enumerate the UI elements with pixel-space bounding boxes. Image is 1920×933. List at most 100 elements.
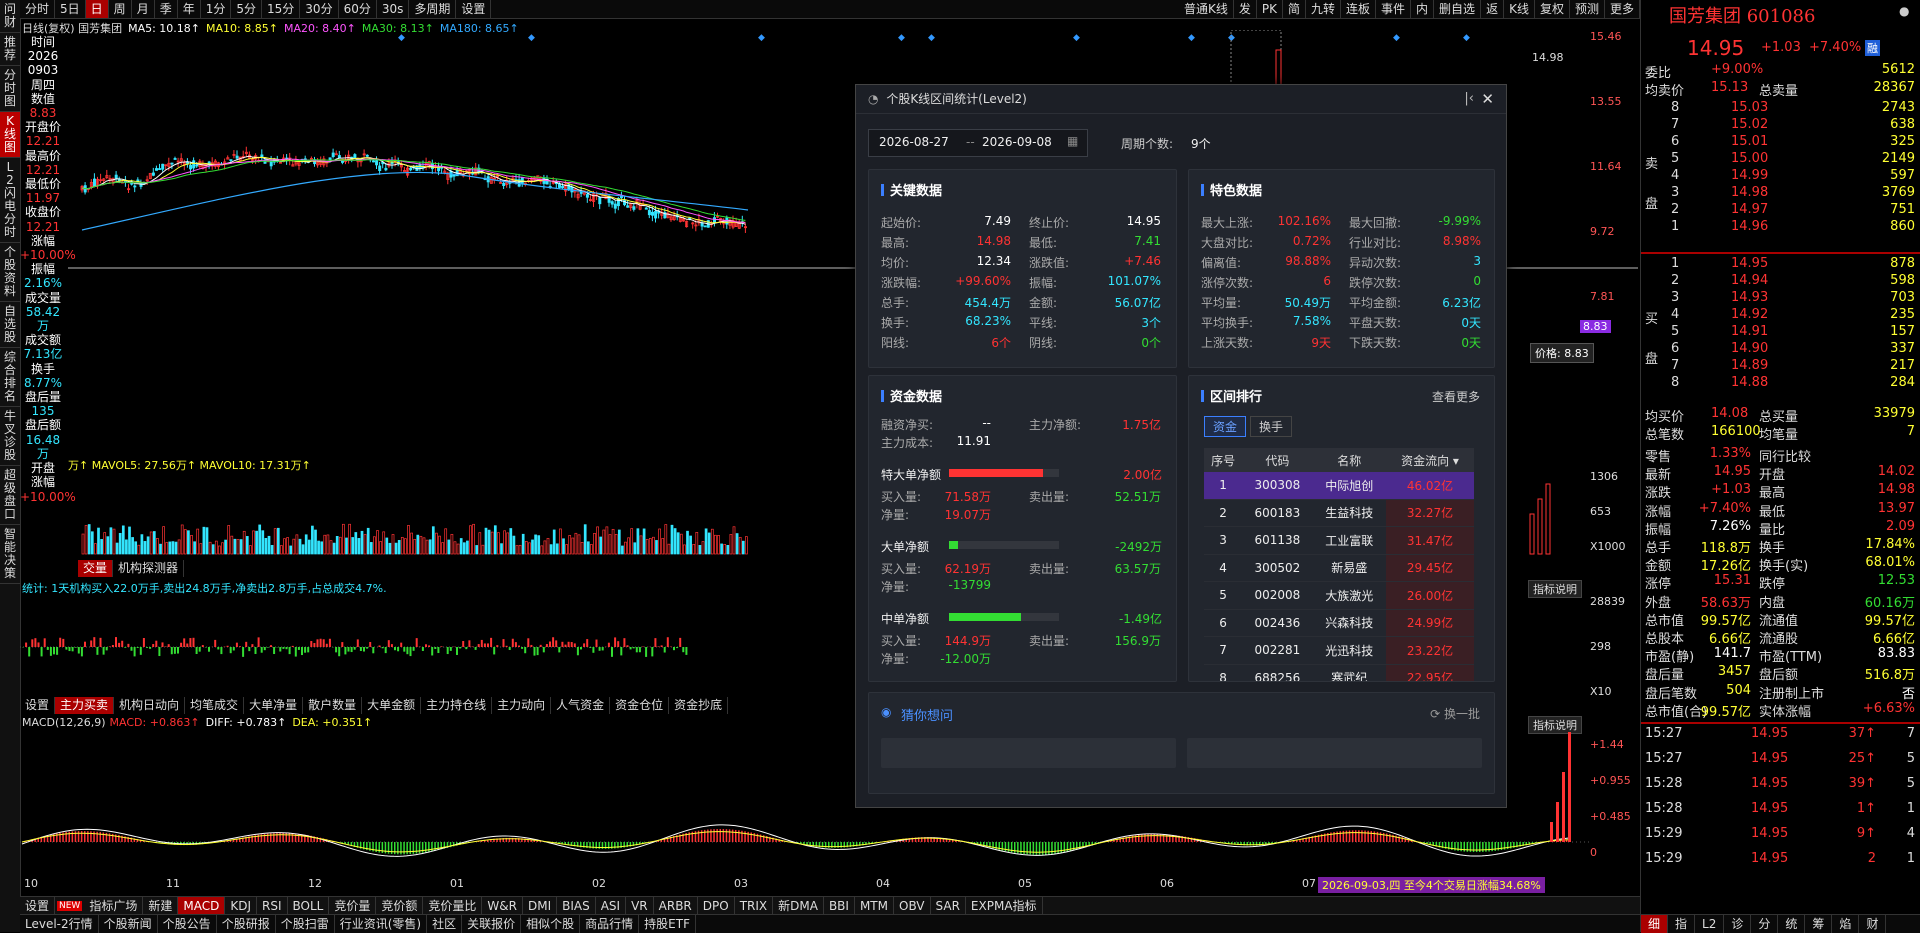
left-nav-item[interactable]: 牛叉诊股 (0, 407, 20, 466)
indicator-tab[interactable]: 新DMA (773, 897, 824, 915)
rank-header[interactable]: 资金流向 ▾ (1386, 448, 1474, 472)
toolbar-button[interactable]: 发 (1234, 0, 1257, 18)
toolbar-button[interactable]: 简 (1283, 0, 1306, 18)
indicator-tab[interactable]: SAR (931, 897, 966, 915)
quote-tab[interactable]: 诊 (1724, 915, 1751, 933)
rank-tab[interactable]: 资金 (1204, 416, 1246, 437)
period-tab[interactable]: 多周期 (409, 0, 456, 18)
indicator-tab[interactable]: DPO (698, 897, 735, 915)
calendar-icon[interactable]: ▦ (1067, 134, 1078, 148)
rank-more-link[interactable]: 查看更多 (1432, 388, 1480, 405)
period-tab[interactable]: 5分 (231, 0, 262, 18)
period-tab[interactable]: 30s (377, 0, 410, 18)
ask-suggestion-2[interactable] (1187, 738, 1482, 768)
info-tab[interactable]: 持股ETF (639, 915, 696, 933)
bell-icon[interactable]: ● (1899, 4, 1909, 18)
fund-indicator-tab[interactable]: 机构日动向 (114, 697, 185, 714)
fund-indicator-tab[interactable]: 主力持仓线 (421, 697, 492, 714)
info-tab[interactable]: 商品行情 (580, 915, 639, 933)
toolbar-button[interactable]: 更多 (1605, 0, 1640, 18)
volume-tab[interactable]: 交量 (78, 560, 113, 577)
toolbar-button[interactable]: 九转 (1306, 0, 1341, 18)
period-tab[interactable]: 月 (132, 0, 155, 18)
event-marker[interactable]: ◆ (398, 33, 405, 43)
quote-tab[interactable]: 焰 (1832, 915, 1859, 933)
indicator-tab[interactable]: BIAS (557, 897, 596, 915)
event-marker[interactable]: ◆ (758, 33, 765, 43)
quote-tab[interactable]: 细 (1641, 915, 1668, 933)
event-marker[interactable]: ◆ (1393, 33, 1400, 43)
period-tab[interactable]: 日 (86, 0, 109, 18)
quote-tab[interactable]: 财 (1859, 915, 1886, 933)
toolbar-button[interactable]: 删自选 (1434, 0, 1481, 18)
quote-tab[interactable]: 筹 (1805, 915, 1832, 933)
left-nav-item[interactable]: L2闪电分时 (0, 158, 20, 243)
rank-row[interactable]: 6002436兴森科技24.99亿 (1204, 609, 1474, 637)
left-nav-item[interactable]: 综合排名 (0, 348, 20, 407)
indicator-tab[interactable]: KDJ (225, 897, 257, 915)
event-marker[interactable]: ◆ (928, 33, 935, 43)
indicator-tab[interactable]: DMI (523, 897, 557, 915)
refresh-button[interactable]: ⟳ 换一批 (1430, 705, 1480, 722)
info-tab[interactable]: 相似个股 (521, 915, 580, 933)
info-tab[interactable]: Level-2行情 (20, 915, 99, 933)
left-nav-item[interactable]: 个股资料 (0, 243, 20, 302)
info-tab[interactable]: 关联报价 (462, 915, 521, 933)
event-marker[interactable]: ◆ (1188, 33, 1195, 43)
rank-row[interactable]: 3601138工业富联31.47亿 (1204, 527, 1474, 555)
period-tab[interactable]: 周 (109, 0, 132, 18)
info-tab[interactable]: 个股新闻 (99, 915, 158, 933)
period-tab[interactable]: 15分 (262, 0, 300, 18)
indicator-tab[interactable]: 竞价量 (329, 897, 376, 915)
period-tab[interactable]: 设置 (456, 0, 491, 18)
event-marker[interactable]: ◆ (1073, 33, 1080, 43)
info-tab[interactable]: 社区 (427, 915, 462, 933)
toolbar-button[interactable]: 事件 (1376, 0, 1411, 18)
fund-indicator-tab[interactable]: 资金仓位 (610, 697, 669, 714)
left-nav-item[interactable]: 推荐 (0, 33, 20, 66)
fund-indicator-tab[interactable]: 均笔成交 (185, 697, 244, 714)
quote-tab[interactable]: 指 (1668, 915, 1695, 933)
fund-indicator-tab[interactable]: 主力买卖 (55, 697, 114, 714)
indicator-tab[interactable]: 指标广场 (84, 897, 143, 915)
info-tab[interactable]: 个股扫雷 (276, 915, 335, 933)
left-nav-item[interactable]: 超级盘口 (0, 466, 20, 525)
quote-tab[interactable]: L2 (1695, 915, 1724, 933)
left-nav-item[interactable]: 问财 (0, 0, 20, 33)
rank-tab[interactable]: 换手 (1250, 416, 1292, 437)
indicator-tab[interactable]: W&R (482, 897, 523, 915)
period-tab[interactable]: 60分 (339, 0, 377, 18)
event-marker[interactable]: ◆ (1463, 33, 1470, 43)
event-marker[interactable]: ◆ (528, 33, 535, 43)
fund-indicator-tab[interactable]: 大单金额 (362, 697, 421, 714)
left-nav-item[interactable]: 智能决策 (0, 525, 20, 584)
indicator-tab[interactable]: 设置 (20, 897, 55, 915)
period-tab[interactable]: 季 (155, 0, 178, 18)
indicator-tab[interactable]: ARBR (654, 897, 698, 915)
indicator-tab[interactable]: TRIX (735, 897, 773, 915)
rank-row[interactable]: 7002281光迅科技23.22亿 (1204, 637, 1474, 665)
indicator-tab[interactable]: OBV (894, 897, 931, 915)
toolbar-button[interactable]: 连板 (1341, 0, 1376, 18)
fund-indicator-tab[interactable]: 主力动向 (492, 697, 551, 714)
fund-indicator-tab[interactable]: 设置 (20, 697, 55, 714)
fund-indicator-tab[interactable]: 散户数量 (303, 697, 362, 714)
volume-tab[interactable]: 机构探测器 (113, 560, 184, 577)
rank-row[interactable]: 2600183生益科技32.27亿 (1204, 499, 1474, 527)
toolbar-button[interactable]: 内 (1411, 0, 1434, 18)
toolbar-button[interactable]: 复权 (1535, 0, 1570, 18)
fund-indicator-tab[interactable]: 人气资金 (551, 697, 610, 714)
fund-indicator-tab[interactable]: 资金抄底 (669, 697, 728, 714)
ask-suggestion-1[interactable] (881, 738, 1176, 768)
fund-indicator-tab[interactable]: 大单净量 (244, 697, 303, 714)
quote-tab[interactable]: 分 (1751, 915, 1778, 933)
collapse-icon[interactable]: |‹ (1464, 85, 1474, 113)
left-nav-item[interactable]: 自选股 (0, 302, 20, 348)
indicator-tab[interactable]: MTM (855, 897, 894, 915)
indicator-tab[interactable]: BBI (824, 897, 855, 915)
period-tab[interactable]: 1分 (201, 0, 232, 18)
indicator-tab[interactable]: 新建 (143, 897, 178, 915)
indicator-tab[interactable]: VR (626, 897, 654, 915)
info-tab[interactable]: 个股研报 (217, 915, 276, 933)
date-range-picker[interactable]: 2026-08-27 -- 2026-09-08 ▦ (868, 129, 1088, 157)
